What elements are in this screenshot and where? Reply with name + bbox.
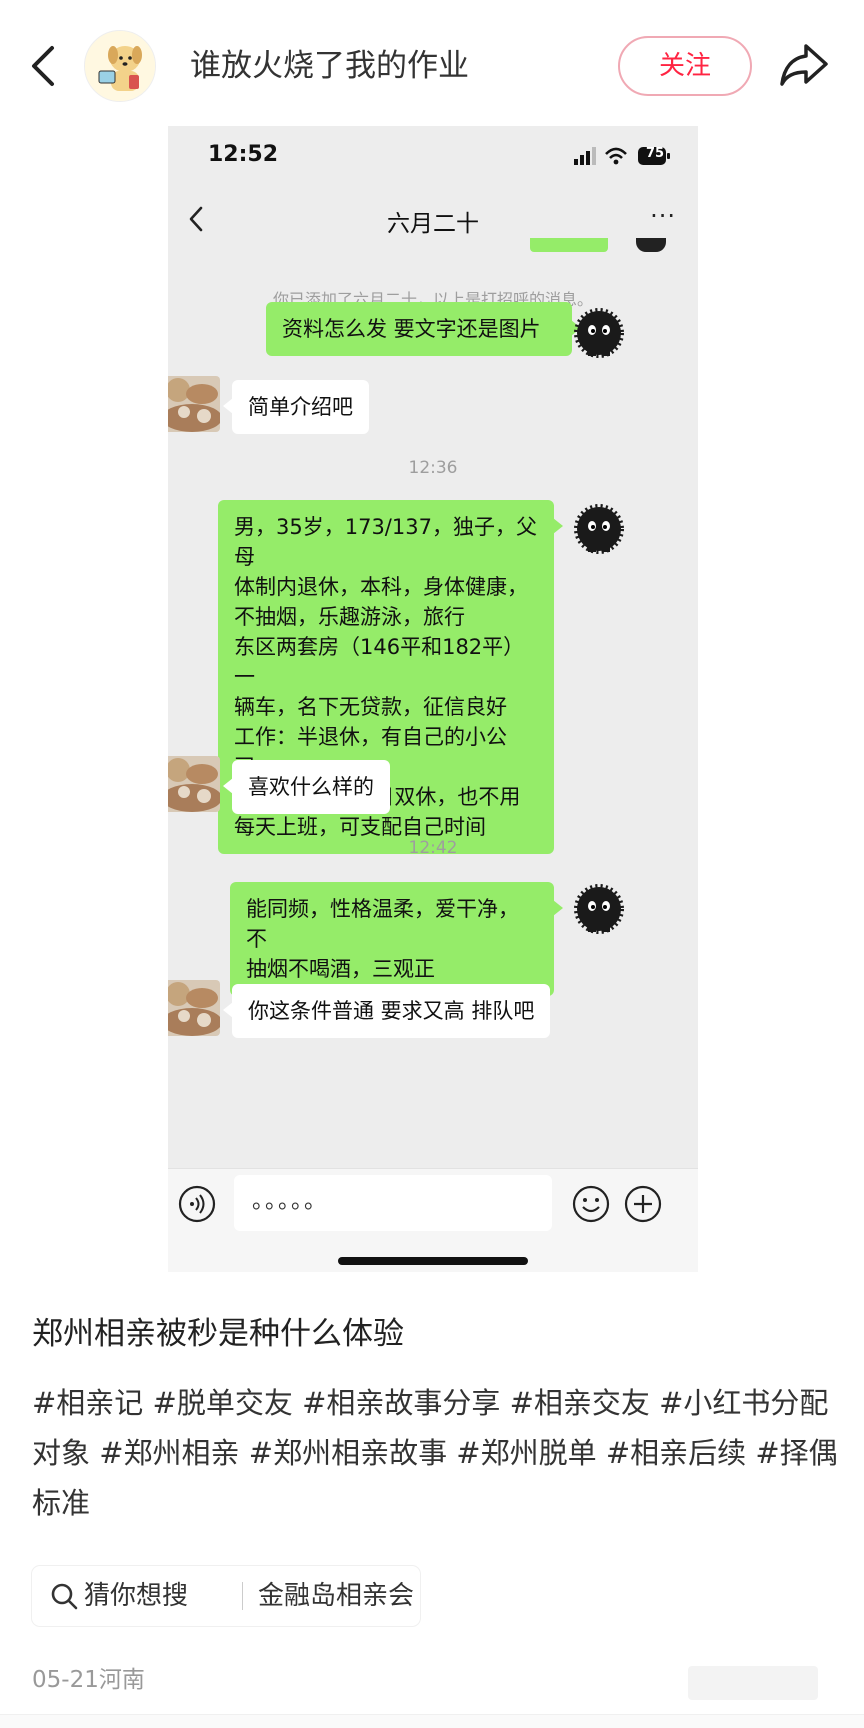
chat-input-bar: 。。。。。	[168, 1168, 698, 1272]
back-button[interactable]	[24, 38, 64, 94]
post-header: 谁放火烧了我的作业 关注	[0, 0, 864, 130]
chat-screenshot-image[interactable]: 12:52 75 六月二十 ··· 你已添加了六月二十，以上是打招呼的消息。 资…	[168, 126, 698, 1272]
time-separator: 12:42	[408, 838, 458, 858]
time-separator: 12:36	[408, 458, 458, 478]
hashtag-link[interactable]: #郑州相亲故事	[249, 1436, 447, 1470]
watermark	[688, 1666, 818, 1700]
status-time: 12:52	[208, 142, 279, 167]
message-bubble-received: 简单介绍吧	[223, 380, 369, 434]
chat-contact-name: 六月二十	[387, 211, 479, 237]
hashtag-link[interactable]: #郑州脱单	[456, 1436, 596, 1470]
search-chip-query[interactable]: 金融岛相亲会	[258, 1578, 414, 1614]
fuzzy-ball-avatar-icon	[574, 308, 624, 358]
post-date-location: 05-21河南	[32, 1667, 145, 1693]
chat-header: 六月二十 ···	[168, 186, 698, 252]
hashtag-link[interactable]: #相亲故事分享	[302, 1386, 500, 1420]
author-avatar[interactable]	[84, 30, 156, 102]
bottom-action-bar	[0, 1714, 864, 1728]
home-indicator	[338, 1257, 528, 1265]
plus-icon	[624, 1185, 662, 1223]
message-line: 体制内退休，本科，身体健康，	[234, 575, 528, 599]
previous-message-bubble	[530, 238, 608, 252]
search-chip-label: 猜你想搜	[84, 1581, 189, 1611]
author-name[interactable]: 谁放火烧了我的作业	[190, 45, 469, 87]
message-line: 辆车，名下无贷款，征信良好	[234, 695, 507, 719]
message-bubble-sent: 能同频，性格温柔，爱干净，不 抽烟不喝酒，三观正	[230, 882, 563, 996]
suggested-search-chip[interactable]: 猜你想搜 金融岛相亲会	[32, 1566, 420, 1626]
hashtag-link[interactable]: #相亲交友	[510, 1386, 650, 1420]
post-title: 郑州相亲被秒是种什么体验	[32, 1316, 404, 1352]
message-bubble-received: 你这条件普通 要求又高 排队吧	[222, 984, 551, 1038]
message-line: 抽烟不喝酒，三观正	[246, 957, 435, 981]
fuzzy-ball-avatar-icon	[574, 884, 624, 934]
voice-icon	[178, 1185, 216, 1223]
message-bubble-received: 喜欢什么样的	[223, 760, 390, 814]
more-icon: ···	[650, 202, 676, 230]
hashtag-link[interactable]: #相亲记	[32, 1386, 143, 1420]
message-line: 东区两套房（146平和182平）一	[234, 635, 525, 689]
message-line: 男，35岁，173/137，独子，父母	[234, 515, 537, 569]
share-arrow-icon	[780, 44, 828, 86]
message-bubble-sent: 资料怎么发 要文字还是图片	[266, 302, 581, 356]
follow-button[interactable]: 关注	[618, 36, 752, 96]
landscape-avatar-icon	[168, 980, 220, 1036]
status-bar: 12:52 75	[168, 126, 698, 186]
message-line: 不抽烟，乐趣游泳，旅行	[234, 605, 465, 629]
previous-avatar	[636, 238, 666, 252]
emoji-icon	[572, 1185, 610, 1223]
message-input: 。。。。。	[234, 1175, 552, 1231]
dog-avatar-icon	[85, 31, 155, 101]
post-tags: #相亲记 #脱单交友 #相亲故事分享 #相亲交友 #小红书分配对象 #郑州相亲 …	[32, 1378, 838, 1528]
hashtag-link[interactable]: #脱单交友	[153, 1386, 293, 1420]
share-button[interactable]	[776, 40, 832, 90]
chevron-left-icon	[32, 46, 54, 86]
hashtag-link[interactable]: #郑州相亲	[99, 1436, 239, 1470]
message-line: 能同频，性格温柔，爱干净，不	[246, 897, 519, 951]
landscape-avatar-icon	[168, 376, 220, 432]
search-icon	[51, 1583, 78, 1610]
hashtag-link[interactable]: #相亲后续	[606, 1436, 746, 1470]
landscape-avatar-icon	[168, 756, 220, 812]
chip-divider	[242, 1582, 243, 1610]
fuzzy-ball-avatar-icon	[574, 504, 624, 554]
battery-level: 75	[645, 146, 665, 161]
